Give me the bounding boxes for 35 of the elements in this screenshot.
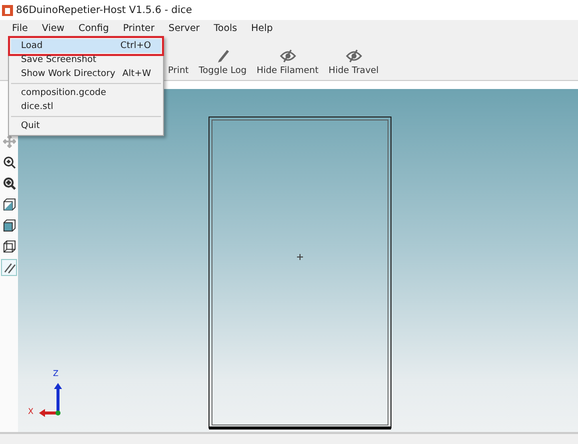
view-tool-button[interactable] [1,175,17,192]
view-tool-button[interactable] [1,196,17,213]
cube-icon [2,219,16,232]
x-axis-label: X [28,407,34,416]
view-tool-button[interactable] [1,154,17,171]
menu-item[interactable]: Printer [116,22,161,34]
menu-item[interactable]: Tools [208,22,244,34]
pencil-icon [216,47,230,63]
zoom-in-icon [2,156,16,169]
z-axis-label: Z [53,369,58,378]
menu-item[interactable]: Help [245,22,279,34]
zoom-icon [2,177,16,190]
cube-icon [2,198,16,211]
parallel-lines-icon [2,261,16,274]
view-tool-button[interactable] [1,238,17,255]
menu-entry[interactable]: dice.stl [11,100,161,114]
menu-item[interactable]: Server [162,22,206,34]
menu-entry[interactable]: Load Ctrl+O [11,39,161,53]
toolbar-button[interactable]: Toggle Log [196,47,249,80]
toolbar-button[interactable]: Hide Filament [254,49,321,80]
menu-item[interactable]: Config [72,22,115,34]
view-tool-button[interactable] [1,217,17,234]
cube-icon [2,240,16,253]
window-title: 86DuinoRepetier-Host V1.5.6 - dice [16,4,192,16]
view-tool-button[interactable] [1,259,17,276]
menu-item[interactable]: File [6,22,34,34]
hidden-eye-icon [346,49,362,63]
toolbar-button[interactable]: Hide Travel [326,49,381,80]
menu-entry[interactable]: Save Screenshot [11,53,161,67]
menu-entry[interactable]: composition.gcode [11,86,161,100]
toolbar-button[interactable]: Print [166,66,191,80]
menu-item[interactable]: View [36,22,70,34]
menu-entry[interactable]: Quit [11,119,161,133]
hidden-eye-icon [280,49,296,63]
menu-entry[interactable]: Show Work Directory Alt+W [11,67,161,81]
